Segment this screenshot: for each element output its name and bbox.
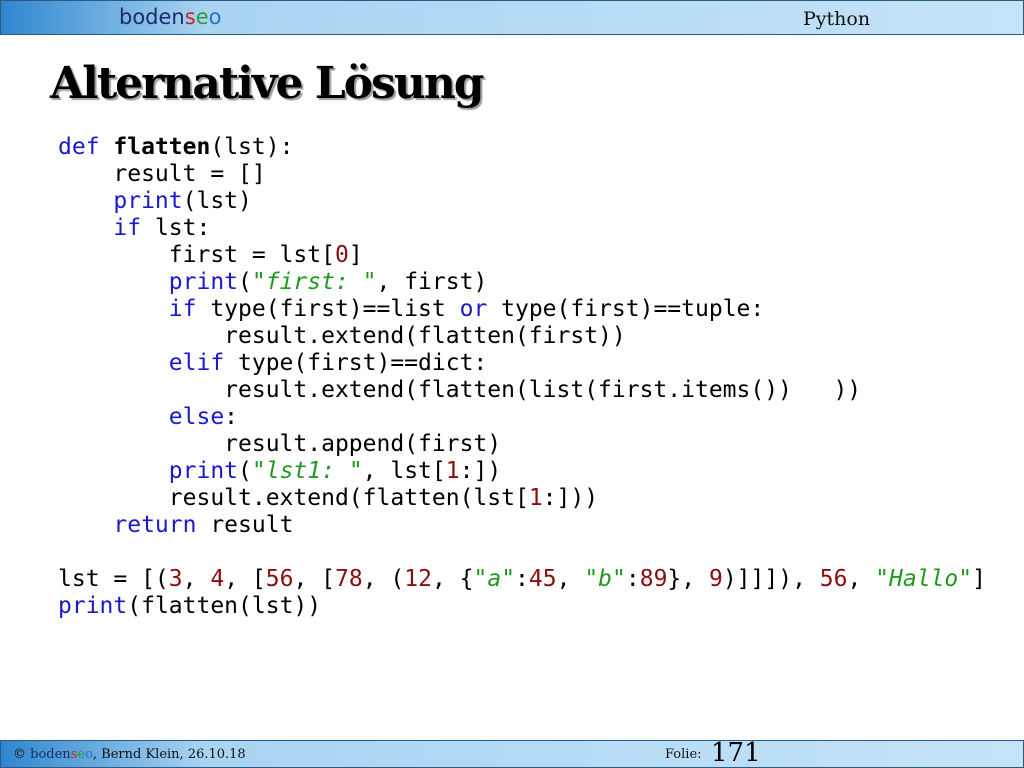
course-name: Python	[803, 8, 871, 30]
footer-bar: © bodenseo, Bernd Klein, 26.10.18 Folie:…	[0, 738, 1024, 768]
slide-title: Alternative Lösung	[50, 58, 485, 109]
copyright-symbol: ©	[13, 747, 26, 762]
copyright-line: © bodenseo, Bernd Klein, 26.10.18	[13, 747, 246, 762]
bodenseo-logo: bodenseo	[119, 5, 222, 29]
folie-label: Folie:	[665, 747, 702, 762]
code-block: def flatten(lst): result = [] print(lst)…	[58, 134, 986, 619]
page-number: 171	[711, 738, 761, 768]
author-date: , Bernd Klein, 26.10.18	[92, 747, 246, 762]
header-bar: bodenseo Python	[0, 0, 1024, 35]
footer-logo: bodenseo	[30, 747, 93, 762]
